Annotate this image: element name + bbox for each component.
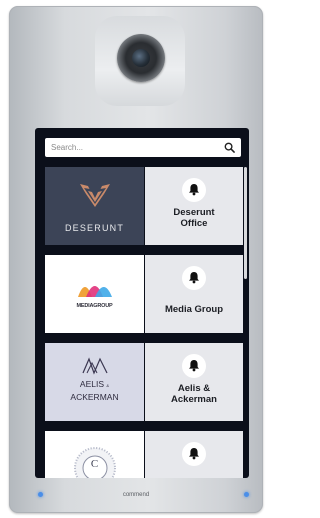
call-tile-partial[interactable] bbox=[145, 431, 243, 478]
entry-name: Aelis & Ackerman bbox=[171, 383, 217, 405]
entry-name: Media Group bbox=[164, 304, 224, 315]
bell-icon[interactable] bbox=[182, 178, 206, 202]
entry-name: Deserunt Office bbox=[173, 207, 215, 229]
call-tile-media-group[interactable]: Media Group bbox=[145, 255, 243, 333]
search-input[interactable] bbox=[51, 138, 211, 157]
call-tile-deserunt-office[interactable]: Deserunt Office bbox=[145, 167, 243, 245]
display-screen: DESERUNT Deserunt Office MEDIA bbox=[35, 128, 249, 478]
aelis-logo-mark bbox=[82, 357, 108, 375]
bell-icon[interactable] bbox=[182, 442, 206, 466]
logo-text: AELIS & ACKERMAN bbox=[70, 379, 119, 402]
brand-label: commend bbox=[122, 492, 150, 498]
logo-deserunt[interactable]: DESERUNT bbox=[45, 167, 144, 245]
logo-c[interactable]: C bbox=[45, 431, 144, 478]
camera-lens bbox=[132, 49, 150, 67]
logo-aelis-ackerman[interactable]: AELIS & ACKERMAN bbox=[45, 343, 144, 421]
search-bar[interactable] bbox=[45, 138, 241, 157]
bell-icon[interactable] bbox=[182, 354, 206, 378]
logo-mediagroup[interactable]: MEDIAGROUP bbox=[45, 255, 144, 333]
scrollbar[interactable] bbox=[244, 167, 247, 279]
mediagroup-logo-mark bbox=[78, 286, 112, 297]
list-item-aelis-ackerman[interactable]: AELIS & ACKERMAN Aelis & Ackerman bbox=[45, 343, 243, 421]
search-icon[interactable] bbox=[224, 142, 235, 153]
logo-text: C bbox=[90, 458, 99, 470]
deserunt-logo-mark bbox=[80, 184, 110, 207]
call-tile-aelis-ackerman[interactable]: Aelis & Ackerman bbox=[145, 343, 243, 421]
list-item-media-group[interactable]: MEDIAGROUP Media Group bbox=[45, 255, 243, 333]
camera-icon bbox=[117, 34, 165, 82]
logo-text: DESERUNT bbox=[64, 223, 125, 233]
bell-icon[interactable] bbox=[182, 266, 206, 290]
list-item-partial[interactable]: C bbox=[45, 431, 243, 478]
list-item-deserunt-office[interactable]: DESERUNT Deserunt Office bbox=[45, 167, 243, 245]
logo-text: MEDIAGROUP bbox=[76, 303, 113, 309]
